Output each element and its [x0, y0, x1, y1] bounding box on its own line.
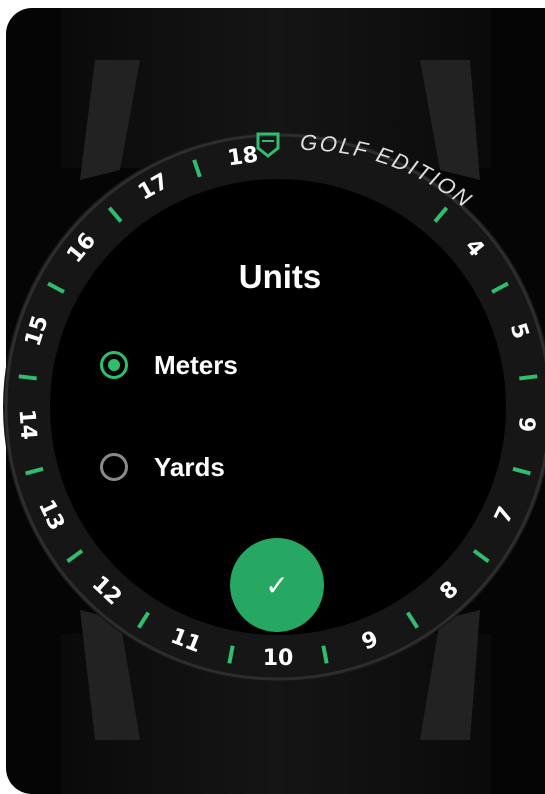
option-yards[interactable]: Yards — [100, 447, 225, 487]
confirm-button[interactable]: ✓ — [230, 538, 324, 632]
radio-unselected-icon[interactable] — [100, 453, 128, 481]
units-screen: Units Meters Yards ✓ — [0, 0, 545, 794]
page-title: Units — [238, 258, 322, 295]
option-meters[interactable]: Meters — [100, 345, 238, 385]
check-icon: ✓ — [265, 568, 289, 602]
radio-selected-icon[interactable] — [100, 351, 128, 379]
option-label-meters: Meters — [154, 349, 238, 380]
option-label-yards: Yards — [154, 451, 225, 482]
